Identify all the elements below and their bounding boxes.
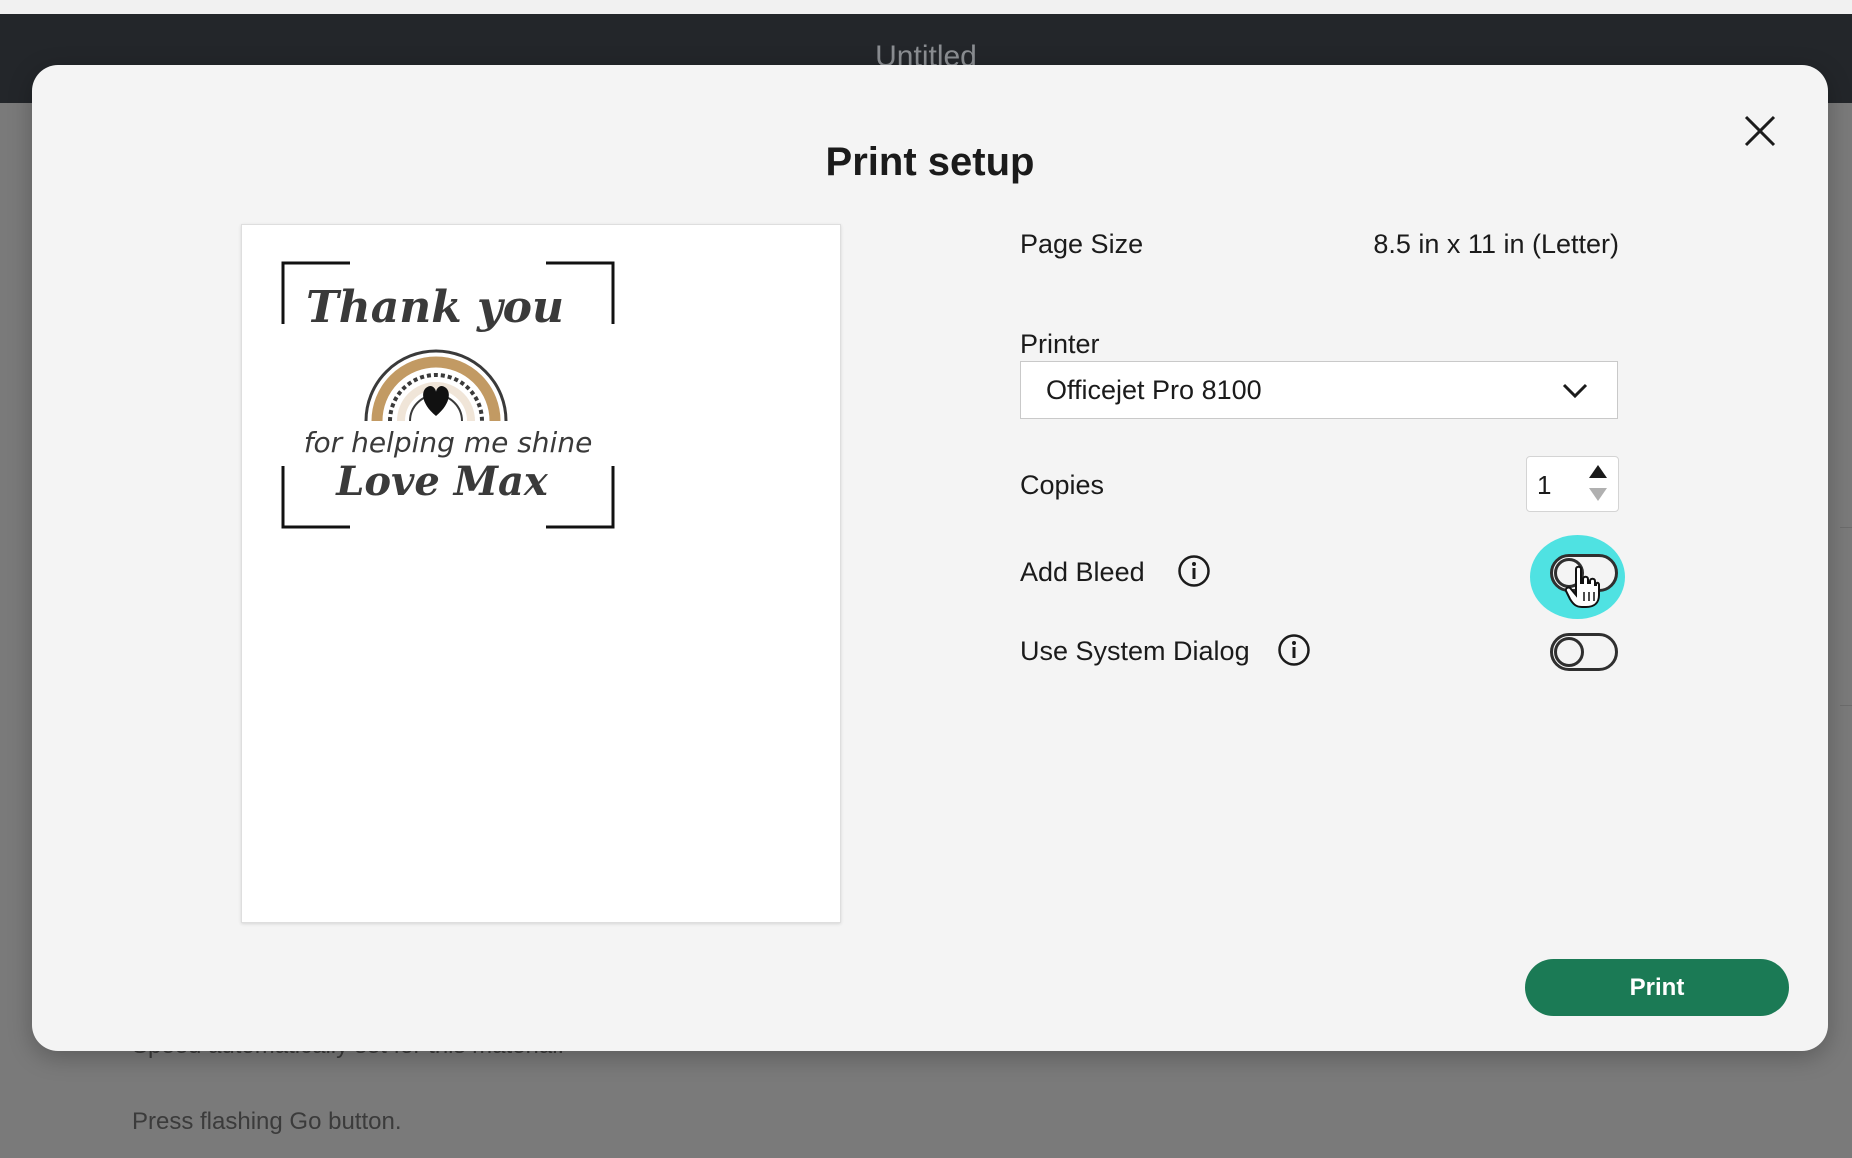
rainbow-graphic [364,349,508,422]
info-icon[interactable] [1177,554,1211,588]
preview-design: Thank you for helping me shine Love Max [281,261,615,529]
top-strip [0,0,1852,14]
print-setup-dialog: Print setup Thank you for helping me shi… [32,65,1828,1051]
preview-line-2: for helping me shine [304,426,593,459]
increment-arrow-icon[interactable] [1588,464,1608,480]
copies-label: Copies [1020,470,1105,500]
preview-line-1: Thank you [306,282,564,333]
page-size-value: 8.5 in x 11 in (Letter) [1373,229,1619,259]
toggle-knob [1554,637,1584,667]
dialog-title: Print setup [825,140,1035,184]
printer-selected-value: Officejet Pro 8100 [1046,375,1262,405]
add-bleed-label: Add Bleed [1020,557,1145,587]
background-status-text: Press flashing Go button. [132,1108,402,1135]
background-divider [1840,527,1852,528]
use-system-dialog-label: Use System Dialog [1020,636,1250,666]
page-size-label: Page Size [1020,229,1144,259]
info-icon[interactable] [1277,633,1311,667]
print-button[interactable]: Print [1525,959,1789,1016]
preview-line-3: Love Max [335,458,549,505]
use-system-dialog-toggle[interactable] [1550,633,1618,671]
print-preview: Thank you for helping me shine Love Max [241,224,841,923]
copies-stepper[interactable]: 1 [1526,456,1619,512]
printer-label: Printer [1020,329,1100,359]
printer-select[interactable]: Officejet Pro 8100 [1020,361,1618,419]
chevron-down-icon [1562,383,1588,399]
decrement-arrow-icon[interactable] [1588,486,1608,502]
hand-cursor-icon [1564,565,1600,608]
background-divider [1840,705,1852,706]
copies-input[interactable]: 1 [1537,470,1551,501]
